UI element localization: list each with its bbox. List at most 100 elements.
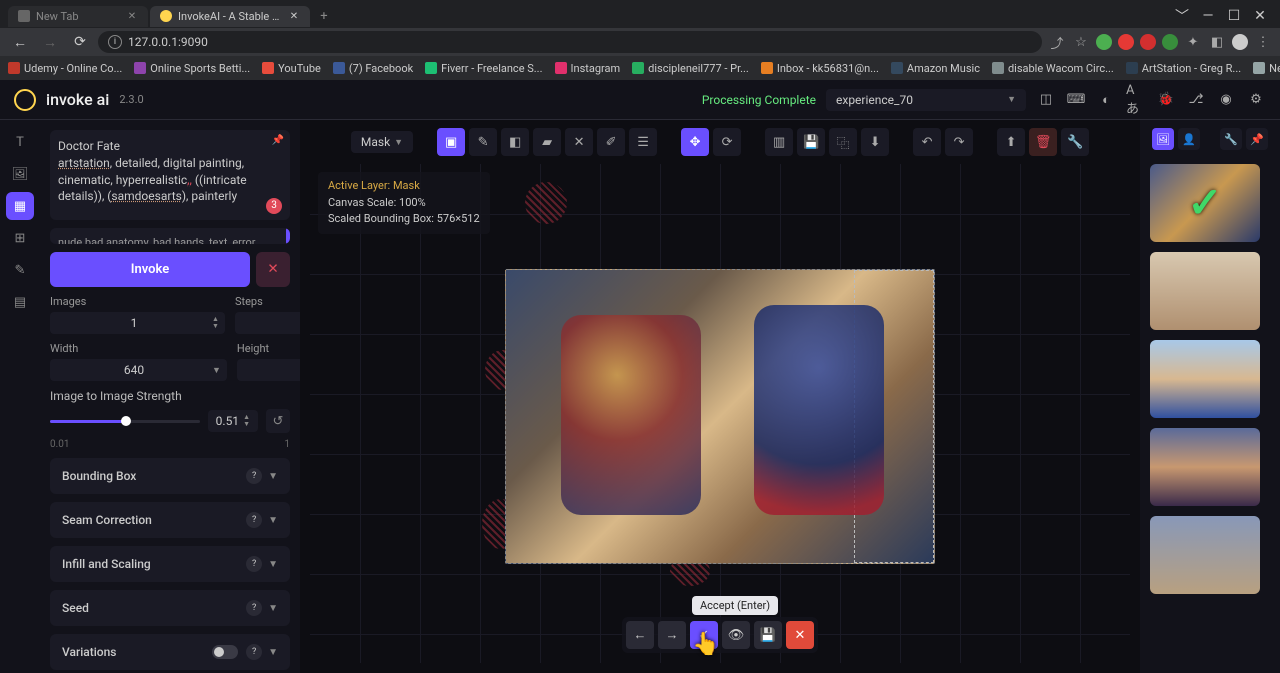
height-select[interactable]: ▼ — [237, 359, 300, 381]
new-tab-button[interactable]: + — [312, 4, 336, 28]
settings-icon[interactable]: ⚙ — [1246, 90, 1266, 110]
help-icon[interactable]: ? — [246, 512, 262, 528]
model-select[interactable]: experience_70 ▼ — [826, 89, 1026, 111]
extensions-icon[interactable]: ✦ — [1184, 33, 1202, 51]
clear-mask-icon[interactable]: ✕ — [565, 128, 593, 156]
cube-icon[interactable]: ◫ — [1036, 90, 1056, 110]
profile-avatar[interactable] — [1232, 34, 1248, 50]
extension-icon[interactable] — [1096, 34, 1112, 50]
stage-accept-button[interactable]: ✓ — [690, 621, 718, 649]
bookmark-star-icon[interactable]: ☆ — [1072, 33, 1090, 51]
pin-icon[interactable]: 📌 — [272, 134, 284, 148]
rail-canvas-icon[interactable]: ▦ — [6, 192, 34, 220]
site-info-icon[interactable]: i — [108, 35, 122, 49]
close-icon[interactable]: ✕ — [288, 10, 300, 22]
reset-icon[interactable]: ↺ — [266, 409, 290, 433]
rail-postprocess-icon[interactable]: ✎ — [6, 256, 34, 284]
positive-prompt[interactable]: 📌 Doctor Fate artstation, detailed, digi… — [50, 130, 290, 220]
browser-tab[interactable]: New Tab ✕ — [8, 6, 148, 27]
strength-value[interactable]: 0.51▲▼ — [208, 410, 258, 432]
extension-icon[interactable] — [1118, 34, 1134, 50]
bookmark-item[interactable]: Neil Fontaine | CGS... — [1253, 62, 1280, 75]
bug-icon[interactable]: 🐞 — [1156, 90, 1176, 110]
copy-icon[interactable]: ⿻ — [829, 128, 857, 156]
strength-slider[interactable] — [50, 420, 200, 423]
options-icon[interactable]: ☰ — [629, 128, 657, 156]
bookmark-item[interactable]: disable Wacom Circ... — [992, 62, 1114, 75]
keyboard-icon[interactable]: ⌨ — [1066, 90, 1086, 110]
gallery-user-tab[interactable]: 👤 — [1178, 128, 1200, 150]
extension-icon[interactable] — [1140, 34, 1156, 50]
clear-canvas-icon[interactable]: 🗑 — [1029, 128, 1057, 156]
generated-image[interactable] — [505, 269, 935, 564]
stage-prev-icon[interactable]: ← — [626, 621, 654, 649]
eraser-tool-icon[interactable]: ◧ — [501, 128, 529, 156]
width-select[interactable]: ▼ — [50, 359, 227, 381]
redo-icon[interactable]: ↷ — [945, 128, 973, 156]
gallery-strip[interactable] — [1140, 158, 1280, 673]
bookmark-item[interactable]: YouTube — [262, 62, 321, 75]
upload-icon[interactable]: ⬆ — [997, 128, 1025, 156]
bookmark-item[interactable]: ArtStation - Greg R... — [1126, 62, 1241, 75]
gallery-thumbnail[interactable] — [1150, 340, 1260, 418]
rail-training-icon[interactable]: ▤ — [6, 288, 34, 316]
accordion-variations[interactable]: Variations ? ▼ — [50, 634, 290, 670]
stage-discard-button[interactable]: ✕ — [786, 621, 814, 649]
variations-toggle[interactable] — [212, 645, 238, 659]
accordion-seam[interactable]: Seam Correction ? ▼ — [50, 502, 290, 538]
gallery-pin-icon[interactable]: 📌 — [1246, 128, 1268, 150]
bounding-box-overlay[interactable] — [854, 270, 934, 563]
bookmark-item[interactable]: Online Sports Betti... — [134, 62, 250, 75]
rail-text2img-icon[interactable]: T — [6, 128, 34, 156]
reset-view-icon[interactable]: ⟳ — [713, 128, 741, 156]
url-input[interactable]: i 127.0.0.1:9090 — [98, 31, 1042, 53]
canvas-viewport[interactable]: Active Layer: Mask Canvas Scale: 100% Sc… — [310, 164, 1130, 663]
negative-prompt[interactable]: nude bad anatomy, bad hands, text, error… — [50, 228, 290, 244]
download-icon[interactable]: ⬇ — [861, 128, 889, 156]
save-icon[interactable]: 💾 — [797, 128, 825, 156]
help-icon[interactable]: ? — [246, 556, 262, 572]
accordion-bounding-box[interactable]: Bounding Box ? ▼ — [50, 458, 290, 494]
slider-handle-icon[interactable] — [121, 416, 131, 426]
invoke-button[interactable]: Invoke — [50, 252, 250, 287]
gallery-thumbnail[interactable] — [1150, 252, 1260, 330]
brush-tool-icon[interactable]: ✎ — [469, 128, 497, 156]
extensions-menu-icon[interactable]: ◧ — [1208, 33, 1226, 51]
brush-color-button[interactable]: ▣ — [437, 128, 465, 156]
forward-button[interactable]: → — [38, 30, 62, 54]
window-maximize-button[interactable]: ☐ — [1222, 4, 1246, 28]
help-icon[interactable]: ? — [246, 644, 262, 660]
bookmark-item[interactable]: Instagram — [555, 62, 621, 75]
share-icon[interactable]: ⤴ — [1048, 33, 1066, 51]
settings-icon[interactable]: 🔧 — [1061, 128, 1089, 156]
cancel-button[interactable]: ✕ — [256, 252, 290, 287]
gallery-settings-icon[interactable]: 🔧 — [1220, 128, 1242, 150]
stepper-icon[interactable]: ▲▼ — [243, 414, 250, 428]
move-tool-icon[interactable]: ✥ — [681, 128, 709, 156]
images-input[interactable]: ▲▼ — [50, 312, 225, 334]
stage-toggle-icon[interactable]: 👁 — [722, 621, 750, 649]
gallery-thumbnail[interactable] — [1150, 516, 1260, 594]
accordion-seed[interactable]: Seed ? ▼ — [50, 590, 290, 626]
github-icon[interactable]: ⎇ — [1186, 90, 1206, 110]
window-close-button[interactable]: ✕ — [1248, 4, 1272, 28]
bookmark-item[interactable]: Amazon Music — [891, 62, 980, 75]
bookmark-item[interactable]: Udemy - Online Co... — [8, 62, 122, 75]
undo-icon[interactable]: ↶ — [913, 128, 941, 156]
help-icon[interactable]: ? — [246, 468, 262, 484]
browser-tab-active[interactable]: InvokeAI - A Stable Diffusion Too... ✕ — [150, 6, 310, 27]
bookmark-item[interactable]: Fiverr - Freelance S... — [425, 62, 542, 75]
language-icon[interactable]: Aあ — [1126, 90, 1146, 110]
gallery-thumbnail[interactable] — [1150, 428, 1260, 506]
layer-select[interactable]: Mask▼ — [351, 131, 413, 153]
color-picker-icon[interactable]: ✐ — [597, 128, 625, 156]
gallery-thumbnail[interactable] — [1150, 164, 1260, 242]
merge-icon[interactable]: ▥ — [765, 128, 793, 156]
bookmark-item[interactable]: discipleneil777 - Pr... — [632, 62, 749, 75]
stepper-icon[interactable]: ▲▼ — [212, 316, 219, 330]
steps-input[interactable]: ▲▼ — [235, 312, 300, 334]
menu-icon[interactable]: ⋮ — [1254, 33, 1272, 51]
theme-icon[interactable]: ◐ — [1096, 90, 1116, 110]
bookmark-item[interactable]: (7) Facebook — [333, 62, 413, 75]
discord-icon[interactable]: ◉ — [1216, 90, 1236, 110]
